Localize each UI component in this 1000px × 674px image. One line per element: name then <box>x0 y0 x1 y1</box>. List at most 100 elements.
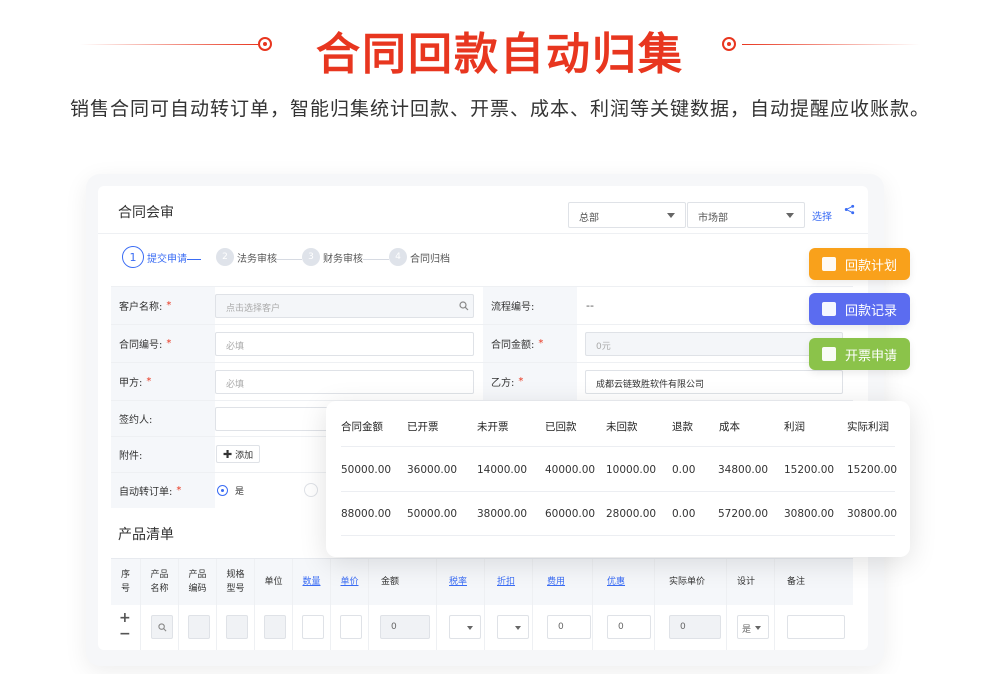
stat-header: 成本 <box>719 421 740 433</box>
unit-input[interactable] <box>264 615 286 639</box>
stat-header: 未回款 <box>606 421 638 433</box>
contract-amount-input[interactable]: 0元 <box>585 332 843 356</box>
invoice-apply-button[interactable]: 开票申请 <box>809 338 910 370</box>
plus-icon: ✚ <box>223 448 233 461</box>
select-link[interactable]: 选择 <box>812 208 832 223</box>
column-header-tax-rate[interactable]: 税率 <box>437 559 485 605</box>
column-header-promo[interactable]: 优惠 <box>593 559 655 605</box>
auto-order-yes-label: 是 <box>235 487 245 497</box>
chevron-down-icon <box>467 626 473 630</box>
actual-price-input[interactable]: 0 <box>669 615 721 639</box>
stat-cell: 36000.00 <box>407 464 458 476</box>
column-header-discount[interactable]: 折扣 <box>485 559 533 605</box>
field-label: 附件: <box>111 437 215 472</box>
column-header-label: 金额 <box>381 577 400 587</box>
column-header-label: 费用 <box>547 577 566 587</box>
party-a-label: 甲方: <box>119 378 143 389</box>
column-header-label: 设计 <box>737 577 756 587</box>
remove-row-icon[interactable]: − <box>119 627 131 641</box>
repayment-record-button[interactable]: 回款记录 <box>809 293 910 325</box>
column-header-label: 产品 编码 <box>188 570 207 594</box>
discount-select[interactable] <box>497 615 529 639</box>
fee-value: 0 <box>558 622 564 632</box>
column-header: 实际单价 <box>655 559 727 605</box>
title-deco-dot-right <box>722 37 736 51</box>
step-finance[interactable]: 3 财务审核 <box>302 248 363 266</box>
stat-header: 合同金额 <box>341 421 383 433</box>
amount-input[interactable]: 0 <box>380 615 430 639</box>
stat-cell: 30800.00 <box>784 508 835 520</box>
column-header: 设计 <box>727 559 775 605</box>
share-icon[interactable] <box>844 204 855 218</box>
add-row-icon[interactable]: + <box>119 611 131 625</box>
product-name-select[interactable] <box>151 615 173 639</box>
promo-input[interactable]: 0 <box>607 615 651 639</box>
table-cell: 0 <box>655 605 727 650</box>
step-legal[interactable]: 2 法务审核 <box>216 248 277 266</box>
stat-cell: 14000.00 <box>477 464 528 476</box>
contract-amount-value: 0元 <box>596 342 611 352</box>
spec-input[interactable] <box>226 615 248 639</box>
party-b-input[interactable]: 成都云链致胜软件有限公司 <box>585 370 843 394</box>
contract-no-input[interactable]: 必填 <box>215 332 474 356</box>
card-title: 合同会审 <box>118 205 174 221</box>
dept-select-market[interactable]: 市场部 <box>687 202 805 228</box>
step-label: 提交申请 <box>147 253 187 265</box>
unit-price-input[interactable] <box>340 615 362 639</box>
add-attachment-label: 添加 <box>235 451 254 461</box>
chevron-down-icon <box>786 213 794 218</box>
required-mark: * <box>166 338 172 349</box>
field-label: 合同金额: * <box>483 325 577 362</box>
remark-input[interactable] <box>787 615 845 639</box>
search-icon[interactable] <box>459 301 469 311</box>
step-number: 4 <box>389 248 407 266</box>
required-mark: * <box>518 376 524 387</box>
stat-header: 未开票 <box>477 421 509 433</box>
tax-rate-select[interactable] <box>449 615 481 639</box>
design-select[interactable]: 是 <box>737 615 769 639</box>
stat-cell: 50000.00 <box>341 464 392 476</box>
stat-cell: 38000.00 <box>477 508 528 520</box>
dept-select-hq[interactable]: 总部 <box>568 202 686 228</box>
contract-stats-panel: 合同金额 已开票 未开票 已回款 未回款 退款 成本 利润 实际利润 50000… <box>326 401 910 557</box>
step-archive[interactable]: 4 合同归档 <box>389 248 450 266</box>
flow-no-value: -- <box>586 299 594 312</box>
record-icon <box>821 302 836 316</box>
invoice-apply-label: 开票申请 <box>844 348 897 364</box>
table-cell <box>255 605 293 650</box>
plan-icon <box>821 257 836 271</box>
stat-cell: 0.00 <box>672 464 696 476</box>
step-label: 财务审核 <box>323 253 363 265</box>
column-header-fee[interactable]: 费用 <box>533 559 593 605</box>
required-mark: * <box>176 485 182 496</box>
amount-label: 合同金额: <box>491 340 535 351</box>
approval-steps: 1 提交申请 2 法务审核 3 财务审核 4 合同归档 <box>122 246 482 274</box>
step-submit[interactable]: 1 提交申请 <box>122 246 187 268</box>
column-header-unit-price[interactable]: 单价 <box>331 559 369 605</box>
column-header-label: 优惠 <box>607 577 626 587</box>
party-a-input[interactable]: 必填 <box>215 370 474 394</box>
auto-order-radio-yes[interactable] <box>217 485 228 496</box>
search-icon <box>158 623 167 632</box>
field-label: 流程编号: <box>483 287 577 324</box>
column-header: 产品 编码 <box>179 559 217 605</box>
field-label: 合同编号: * <box>111 325 215 362</box>
fee-input[interactable]: 0 <box>547 615 591 639</box>
product-code-input[interactable] <box>188 615 210 639</box>
repayment-plan-button[interactable]: 回款计划 <box>809 248 910 280</box>
quantity-input[interactable] <box>302 615 324 639</box>
table-cell <box>141 605 179 650</box>
auto-order-radio-no[interactable] <box>304 483 318 497</box>
stat-cell: 34800.00 <box>718 464 769 476</box>
stat-cell: 0.00 <box>672 508 696 520</box>
column-header-quantity[interactable]: 数量 <box>293 559 331 605</box>
chevron-down-icon <box>755 626 761 630</box>
add-attachment-button[interactable]: ✚ 添加 <box>216 445 261 463</box>
stat-cell: 60000.00 <box>545 508 596 520</box>
step-connector <box>363 259 389 260</box>
table-cell <box>293 605 331 650</box>
stat-cell: 57200.00 <box>718 508 769 520</box>
table-cell: 是 <box>727 605 775 650</box>
customer-input[interactable]: 点击选择客户 <box>215 294 474 318</box>
table-cell <box>775 605 853 650</box>
